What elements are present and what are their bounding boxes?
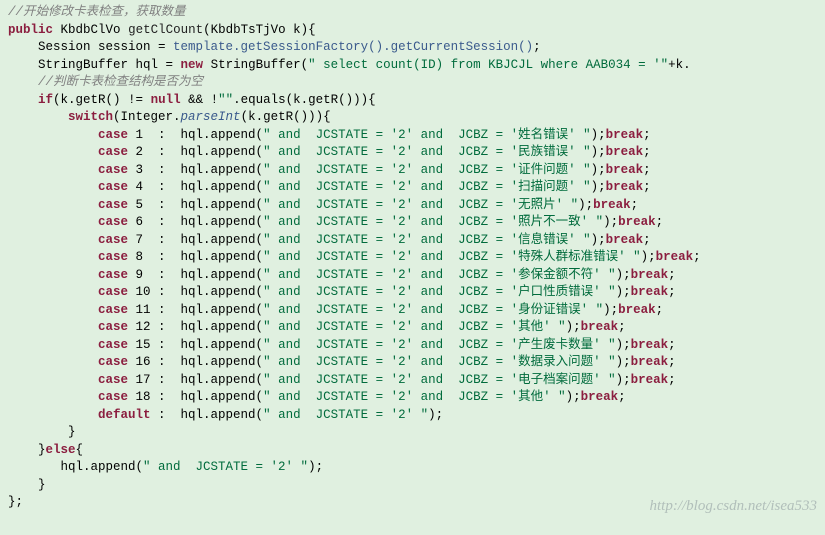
code-snippet: //开始修改卡表检查，获取数量 public KbdbClVo getClCou… [8, 4, 817, 512]
